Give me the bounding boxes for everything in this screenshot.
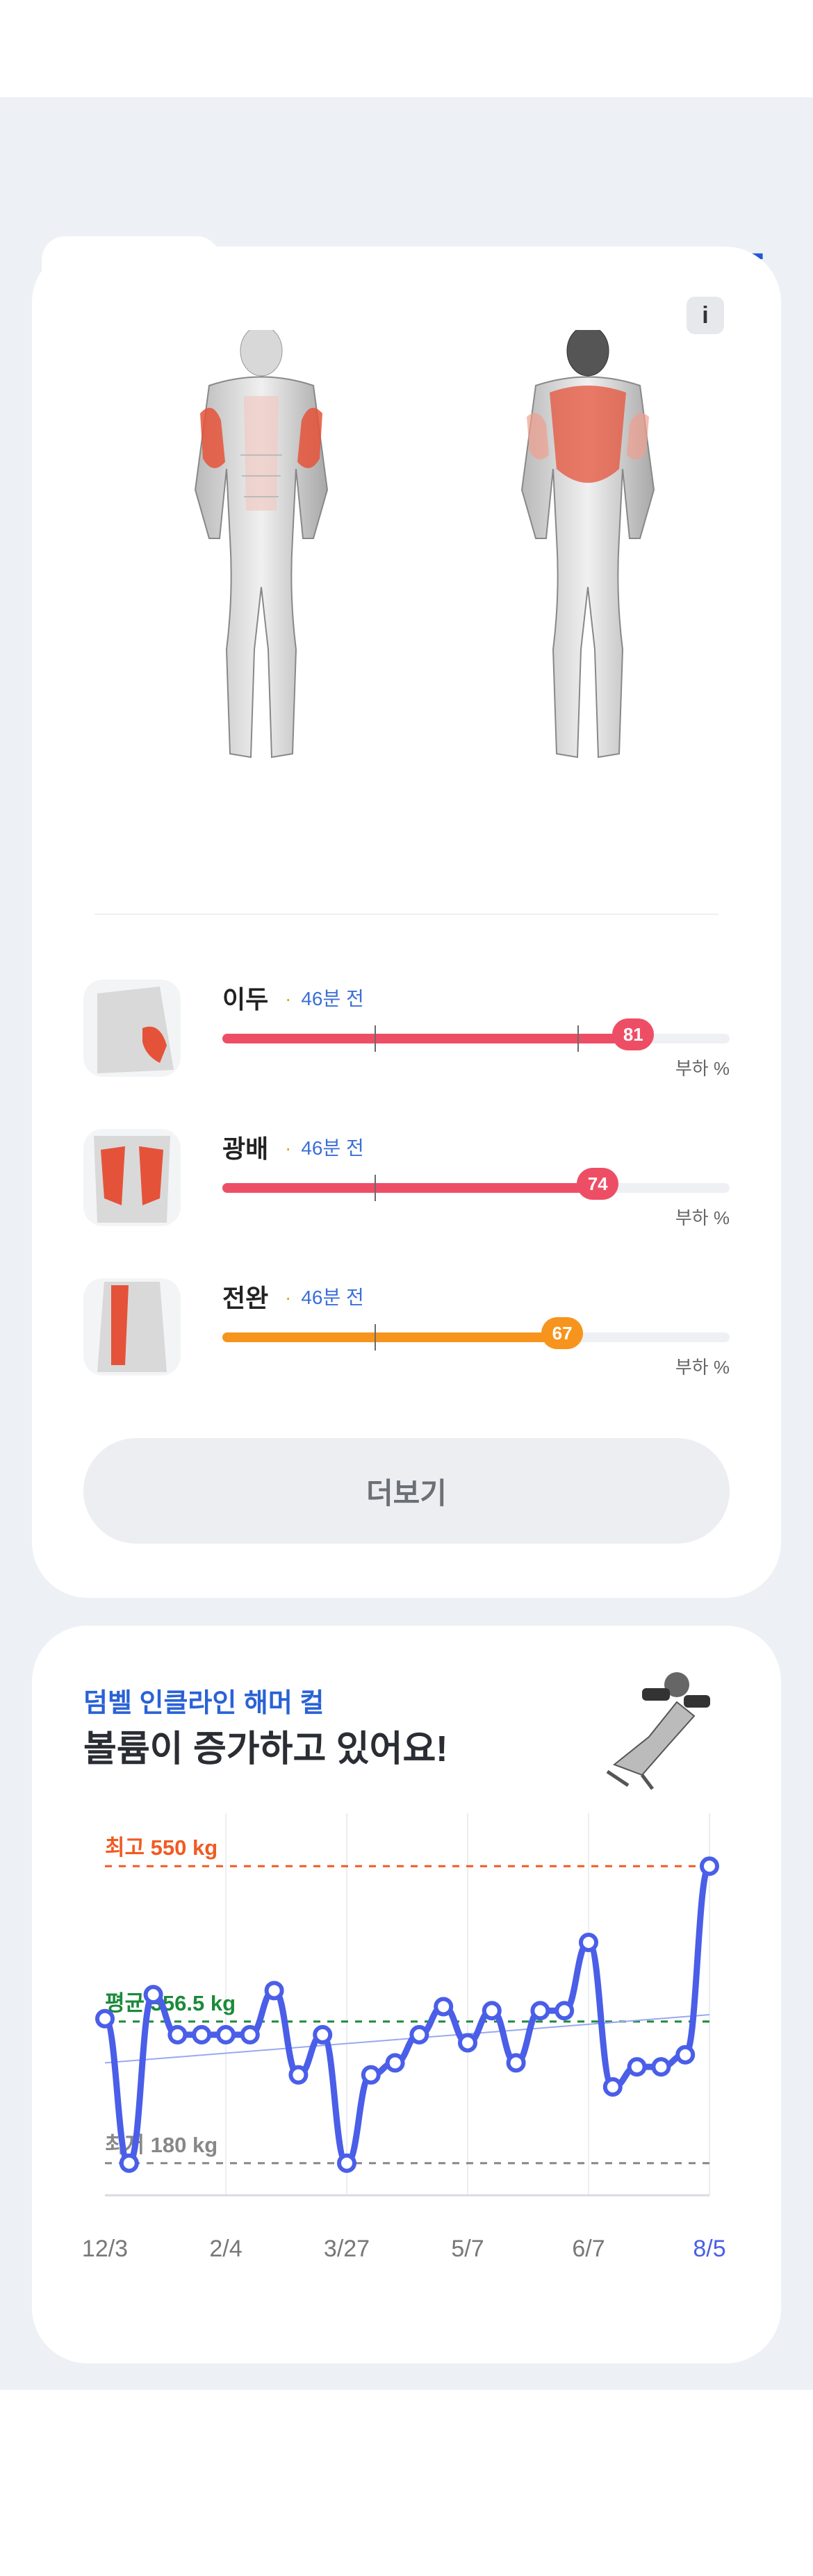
data-point [555,2001,575,2021]
load-bar-fill [222,1034,634,1043]
load-bar: 67 [222,1317,730,1351]
info-button[interactable]: i [687,297,724,334]
muscle-row-forearm[interactable]: 전완 · 46분 전 67 부하 % [83,1278,730,1382]
data-point [337,2153,356,2173]
data-point [700,1856,719,1876]
data-point [675,2045,696,2065]
load-bar: 74 [222,1168,730,1201]
load-bar-marker [375,1324,376,1351]
load-bar-marker [375,1025,376,1052]
load-bar-marker [375,1175,376,1201]
load-badge: 74 [577,1168,619,1200]
muscle-name: 전완 [222,1284,269,1312]
data-point [313,2024,333,2045]
data-point [288,2065,309,2085]
load-bar-fill [222,1183,598,1193]
exercise-illustration-icon [606,1672,710,1790]
data-point [385,2053,405,2073]
load-bar: 81 [222,1018,730,1052]
data-point [579,1933,598,1952]
load-badge: 67 [541,1317,584,1349]
data-point [216,2024,236,2045]
muscle-time: · 46분 전 [285,1287,364,1308]
load-badge: 81 [612,1018,655,1050]
data-point [192,2024,212,2045]
data-point [458,2033,477,2053]
muscle-time: · 46분 전 [285,1137,364,1159]
x-tick-label: 2/4 [209,2236,242,2262]
data-point [530,2001,550,2021]
load-label: 부하 % [675,1058,730,1079]
load-label: 부하 % [675,1207,730,1228]
data-point [95,2008,115,2029]
lats-thumbnail [83,1129,181,1226]
exercise-volume-card: 12/3 2/4 3/27 5/7 6/7 8/5 최고 550 kg 평균 356.5 kg… [32,1626,781,2363]
data-point [651,2057,671,2077]
load-bar-marker [577,1025,579,1052]
muscle-row-biceps[interactable]: 이두 · 46분 전 81 부하 % [83,980,730,1084]
data-point [143,1985,163,2005]
data-point [409,2024,429,2045]
data-point [264,1981,284,2001]
anatomy-figure [194,330,655,759]
forearm-thumbnail [83,1278,181,1376]
data-point [240,2024,260,2045]
muscle-row-lats[interactable]: 광배 · 46분 전 74 부하 % [83,1129,730,1233]
exercise-message: 볼륨이 증가하고 있어요! [83,1729,448,1769]
load-label: 부하 % [675,1357,730,1378]
data-point [119,2153,139,2173]
muscle-name: 이두 [222,985,269,1014]
x-tick-label: 8/5 [693,2236,725,2262]
reference-label: 최고 550 kg [105,1835,217,1860]
x-tick-label: 12/3 [82,2236,128,2262]
data-point [627,2057,647,2077]
load-bar-fill [222,1332,563,1342]
x-tick-label: 5/7 [451,2236,484,2262]
divider [95,914,718,915]
more-button[interactable]: 더보기 [83,1438,730,1544]
exercise-name: 덤벨 인클라인 해머 컬 [83,1689,325,1718]
biceps-thumbnail [83,980,181,1077]
data-point [602,2077,623,2097]
reference-label: 평균 356.5 kg [105,1991,236,2015]
back-body-icon [520,330,655,759]
data-point [361,2065,381,2085]
data-point [167,2024,188,2045]
data-point [482,2001,502,2021]
data-point [506,2053,526,2073]
x-tick-label: 3/27 [324,2236,370,2262]
muscle-load-card: i 이두 · 46분 전 81 부하 % 광배 · 46분 전 74 부하 % … [32,247,781,1598]
x-tick-label: 6/7 [572,2236,605,2262]
muscle-name: 광배 [222,1134,269,1163]
front-body-icon [194,330,329,759]
muscle-time: · 46분 전 [285,988,364,1009]
data-point [434,1997,454,2017]
